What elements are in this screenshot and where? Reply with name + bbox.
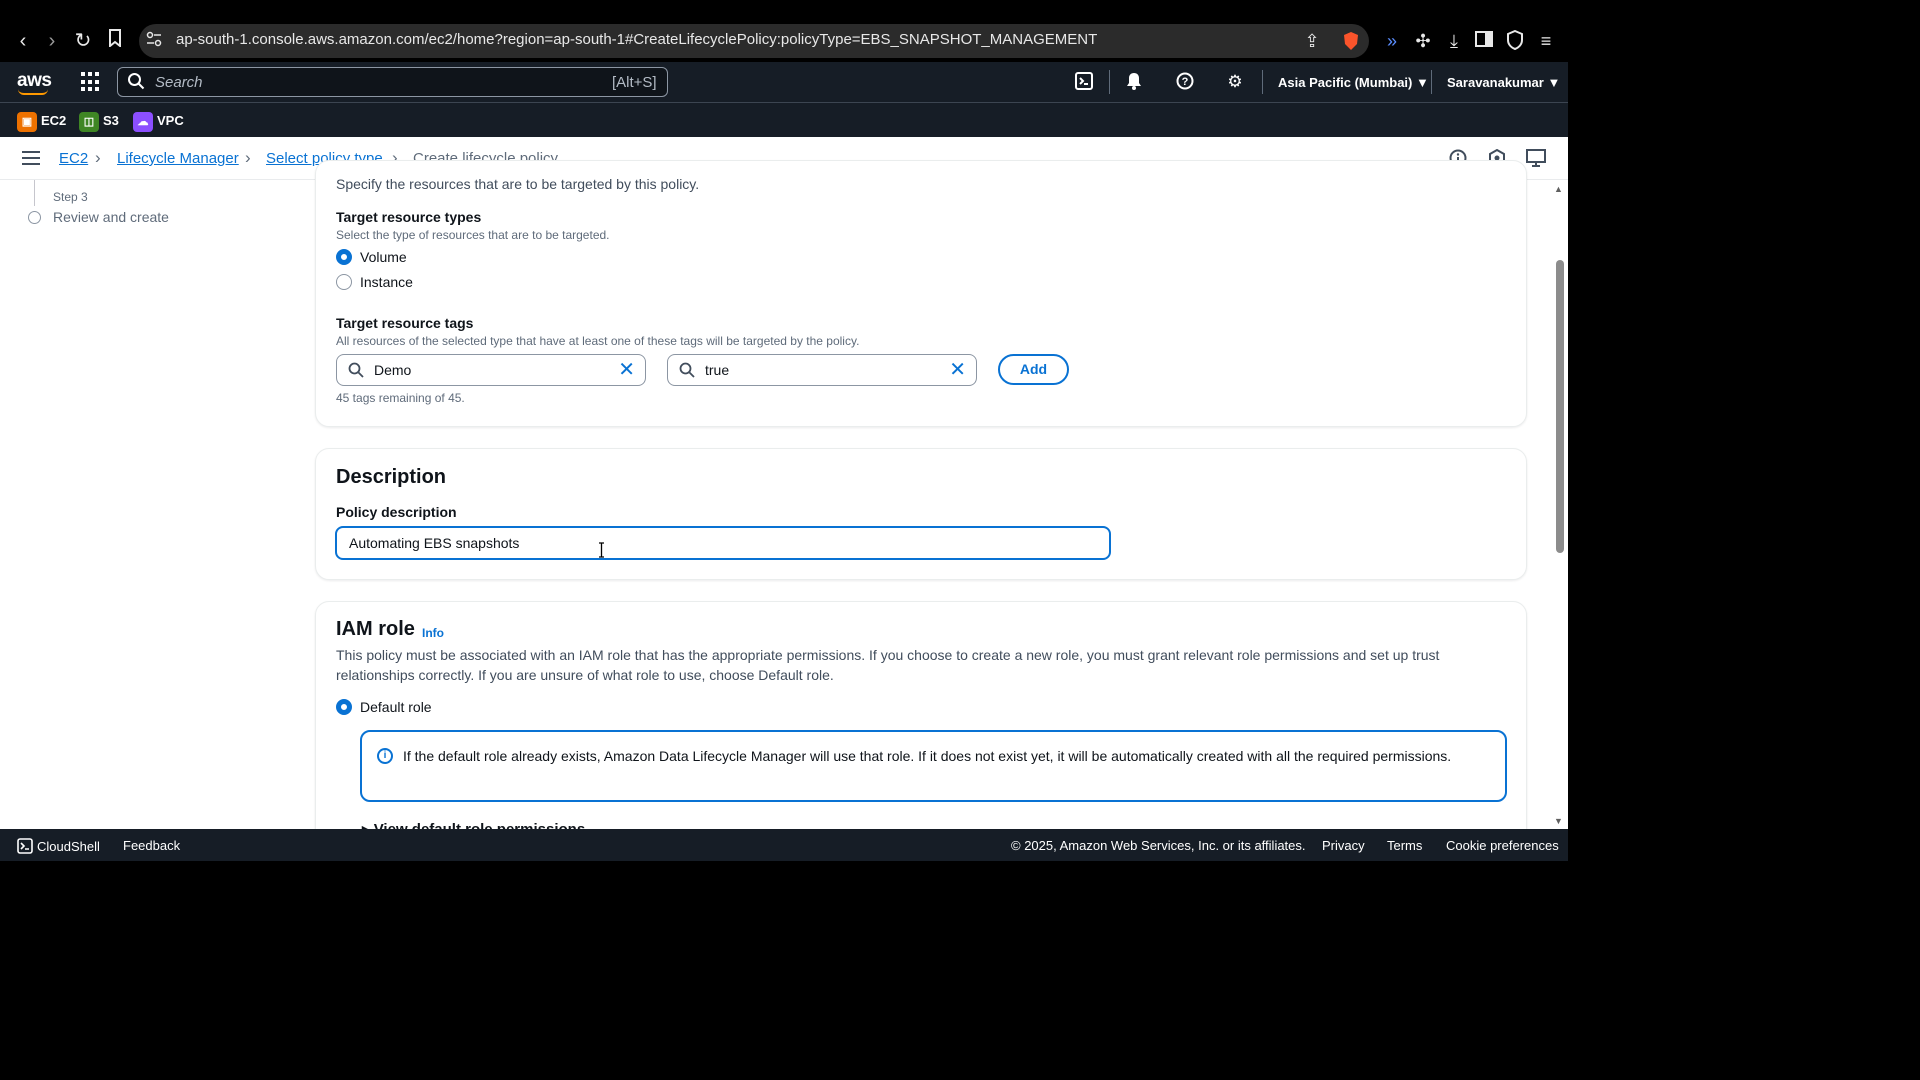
back-icon[interactable]: ‹ (12, 29, 34, 53)
chevron-right-icon: › (245, 148, 251, 167)
nav-divider (1109, 70, 1110, 94)
chevron-right-icon: › (95, 148, 101, 167)
s3-service-icon: ◫ (79, 111, 99, 132)
radio-instance-label[interactable]: Instance (360, 274, 413, 290)
scroll-down-icon[interactable]: ▼ (1554, 816, 1563, 826)
info-icon: i (377, 748, 393, 764)
breadcrumb-lifecycle-manager[interactable]: Lifecycle Manager (117, 150, 239, 167)
search-icon (128, 73, 145, 90)
sidebar-toggle-icon[interactable] (1473, 30, 1495, 52)
url-text[interactable]: ap-south-1.console.aws.amazon.com/ec2/ho… (176, 31, 1097, 48)
cloudshell-icon[interactable] (1074, 72, 1094, 92)
scrollbar-thumb[interactable] (1556, 260, 1564, 553)
vpn-icon[interactable] (1504, 29, 1526, 52)
search-shortcut: [Alt+S] (612, 74, 657, 91)
download-icon[interactable]: ⤓ (1443, 30, 1465, 52)
tag-value-input[interactable]: true ✕ (667, 354, 977, 386)
iam-role-heading: IAM role (336, 618, 415, 640)
footer-copyright: © 2025, Amazon Web Services, Inc. or its… (1011, 838, 1306, 853)
services-menu-icon[interactable] (81, 72, 101, 92)
feedback-panel-icon[interactable] (1526, 149, 1546, 169)
leo-ai-icon[interactable]: » (1381, 30, 1403, 52)
step-indicator (28, 211, 41, 224)
favorites-bar (0, 103, 1568, 137)
step-connector (34, 180, 35, 206)
vpc-service-icon: ☁ (133, 111, 153, 132)
radio-default-role[interactable] (336, 699, 352, 715)
radio-default-role-label[interactable]: Default role (360, 699, 432, 715)
tags-remaining: 45 tags remaining of 45. (336, 391, 465, 405)
iam-role-description: This policy must be associated with an I… (336, 647, 1440, 683)
hamburger-menu-icon[interactable] (22, 151, 40, 165)
alert-text: If the default role already exists, Amaz… (403, 748, 1452, 764)
step-label: Step 3 (53, 190, 88, 204)
share-icon[interactable]: ⇪ (1301, 30, 1323, 52)
policy-description-input[interactable] (335, 526, 1111, 560)
policy-description-label: Policy description (336, 504, 457, 520)
search-icon (679, 362, 695, 378)
ec2-service-icon: ▣ (17, 111, 37, 132)
forward-icon[interactable]: › (41, 29, 63, 53)
info-link[interactable]: Info (422, 626, 444, 640)
brave-shield-icon[interactable] (1340, 30, 1362, 52)
menu-icon[interactable]: ≡ (1535, 30, 1557, 52)
scroll-up-icon[interactable]: ▲ (1554, 184, 1563, 194)
footer-cookie-preferences[interactable]: Cookie preferences (1446, 838, 1559, 853)
info-alert (360, 730, 1507, 802)
description-panel (315, 448, 1527, 580)
radio-volume-label[interactable]: Volume (360, 249, 407, 265)
tag-value-value: true (705, 362, 730, 378)
text-cursor-icon (599, 542, 604, 558)
search-icon (348, 362, 364, 378)
favorite-s3[interactable]: ◫ S3 (79, 110, 119, 132)
gear-icon[interactable]: ⚙ (1225, 72, 1245, 92)
footer-cloudshell[interactable]: CloudShell (17, 838, 100, 854)
target-types-hint: Select the type of resources that are to… (336, 228, 610, 242)
help-icon[interactable]: ? (1175, 72, 1195, 92)
step-title[interactable]: Review and create (53, 209, 169, 225)
extensions-icon[interactable]: ✣ (1412, 30, 1434, 52)
target-tags-label: Target resource tags (336, 315, 474, 331)
radio-instance[interactable] (336, 274, 352, 290)
target-tags-hint: All resources of the selected type that … (336, 334, 860, 348)
target-resources-panel (315, 160, 1527, 427)
footer-privacy[interactable]: Privacy (1322, 838, 1365, 853)
reload-icon[interactable]: ↻ (72, 29, 94, 53)
target-types-label: Target resource types (336, 209, 482, 225)
nav-divider (1431, 70, 1432, 94)
search-placeholder: Search (155, 74, 203, 91)
nav-divider (1262, 70, 1263, 94)
clear-icon[interactable]: ✕ (618, 358, 635, 382)
screen-bottom-edge (0, 861, 1568, 882)
tag-key-input[interactable]: Demo ✕ (336, 354, 646, 386)
cloudshell-icon (17, 838, 33, 854)
region-selector[interactable]: Asia Pacific (Mumbai) ▼ (1278, 75, 1429, 90)
breadcrumb-ec2[interactable]: EC2 (59, 150, 88, 167)
radio-volume[interactable] (336, 249, 352, 265)
favorite-vpc[interactable]: ☁ VPC (133, 110, 184, 132)
svg-text:?: ? (1182, 76, 1189, 88)
favorite-ec2[interactable]: ▣ EC2 (17, 110, 66, 132)
footer-feedback[interactable]: Feedback (123, 838, 180, 853)
account-menu[interactable]: Saravanakumar ▼ (1447, 75, 1560, 90)
site-settings-icon[interactable] (143, 30, 165, 52)
description-heading: Description (336, 466, 447, 488)
target-intro: Specify the resources that are to be tar… (336, 176, 700, 192)
clear-icon[interactable]: ✕ (949, 358, 966, 382)
footer-terms[interactable]: Terms (1387, 838, 1422, 853)
aws-logo-smile (18, 89, 48, 95)
bookmark-icon[interactable] (104, 29, 126, 53)
tag-key-value: Demo (374, 362, 412, 378)
add-tag-button[interactable]: Add (998, 354, 1069, 385)
bell-icon[interactable] (1124, 72, 1144, 92)
